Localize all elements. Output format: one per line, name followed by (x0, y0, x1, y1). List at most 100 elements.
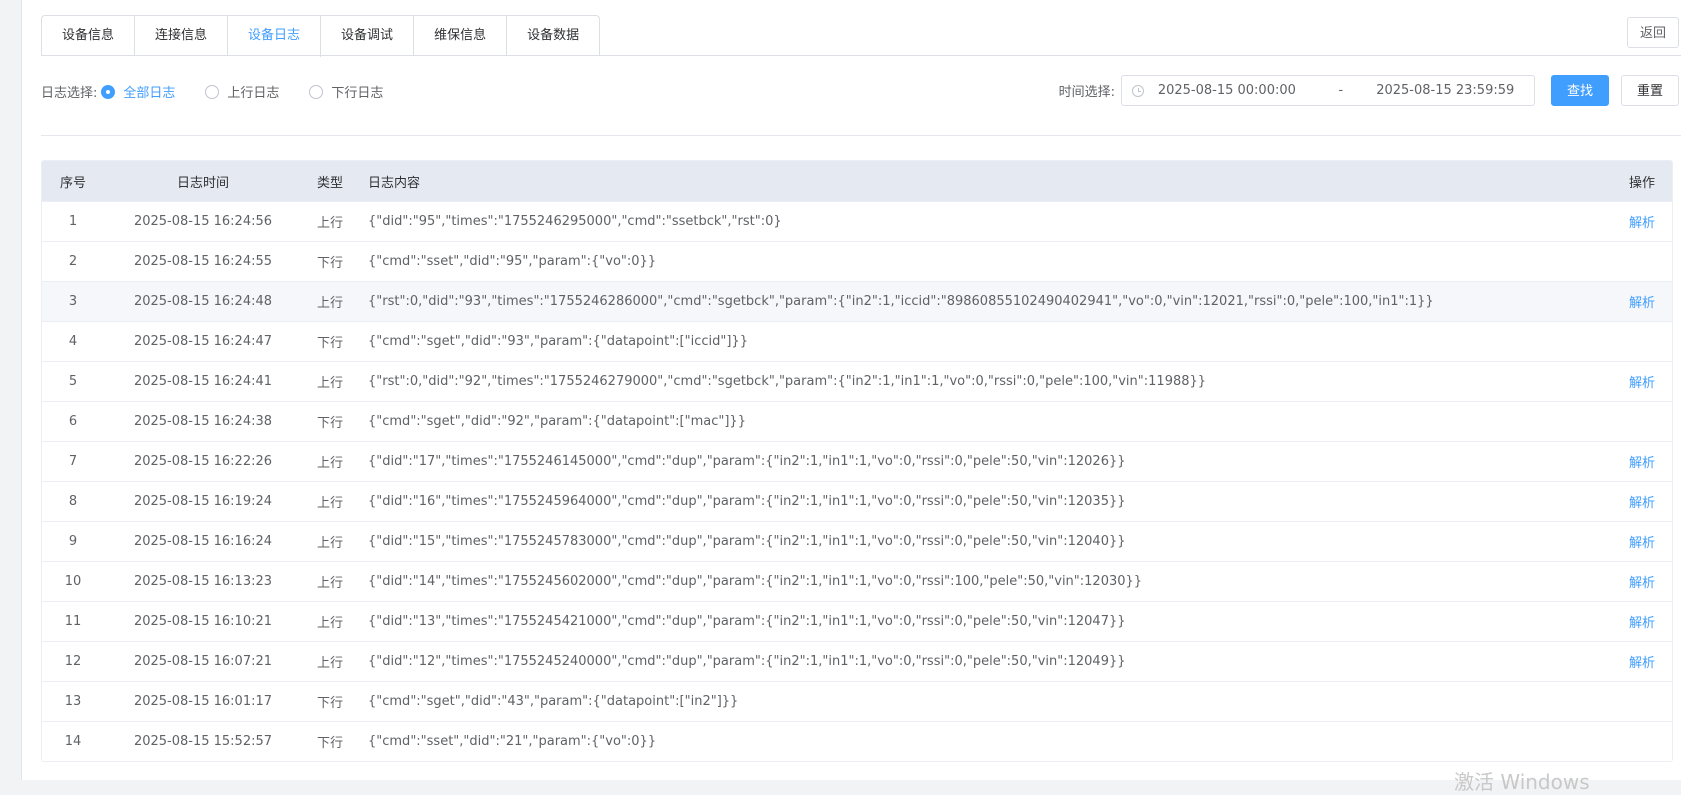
cell-index: 2 (68, 254, 78, 269)
parse-link[interactable]: 解析 (1612, 212, 1672, 231)
cell-type: 下行 (316, 336, 343, 351)
cell-log-time: 2025-08-15 16:24:47 (133, 334, 273, 349)
cell-index: 11 (64, 614, 82, 629)
device-log-page: 设备信息 连接信息 设备日志 设备调试 维保信息 设备数据 返回 日志选择: 全… (21, 0, 1681, 794)
cell-log-content: {"did":"13","times":"1755245421000","cmd… (368, 614, 1126, 629)
cell-type: 下行 (316, 256, 343, 271)
table-header: 序号 日志时间 类型 日志内容 操作 (42, 161, 1672, 201)
cell-log-time: 2025-08-15 15:52:57 (133, 734, 273, 749)
cell-index: 10 (64, 574, 82, 589)
tab-device-data[interactable]: 设备数据 (507, 16, 599, 56)
parse-link[interactable]: 解析 (1612, 292, 1672, 311)
cell-index: 8 (68, 494, 78, 509)
header-operation: 操作 (1628, 175, 1655, 191)
radio-uplink-logs[interactable]: 上行日志 (205, 82, 279, 101)
cell-log-time: 2025-08-15 16:24:56 (133, 214, 273, 229)
cell-index: 7 (68, 454, 78, 469)
parse-link[interactable]: 解析 (1612, 652, 1672, 671)
cell-log-content: {"cmd":"sset","did":"95","param":{"vo":0… (368, 254, 657, 269)
tab-maintenance-info[interactable]: 维保信息 (414, 16, 508, 56)
table-row: 7 2025-08-15 16:22:26 上行 {"did":"17","times… (42, 441, 1672, 481)
radio-all-logs[interactable]: 全部日志 (101, 82, 175, 101)
table-row: 11 2025-08-15 16:10:21 上行 {"did":"13","time… (42, 601, 1672, 641)
cell-type: 上行 (316, 296, 343, 311)
radio-downlink-logs[interactable]: 下行日志 (309, 82, 383, 101)
cell-log-time: 2025-08-15 16:22:26 (133, 454, 273, 469)
cell-log-content: {"rst":0,"did":"93","times":"17552462860… (368, 294, 1434, 309)
cell-index: 5 (68, 374, 78, 389)
reset-button[interactable]: 重置 (1620, 75, 1679, 106)
table-row: 2 2025-08-15 16:24:55 下行 {"cmd":"sset","did… (42, 241, 1672, 281)
parse-link[interactable]: 解析 (1612, 572, 1672, 591)
parse-link[interactable]: 解析 (1612, 612, 1672, 631)
cell-index: 13 (64, 694, 82, 709)
cell-index: 3 (68, 294, 78, 309)
cell-type: 上行 (316, 616, 343, 631)
cell-log-content: {"did":"12","times":"1755245240000","cmd… (368, 654, 1126, 669)
tab-device-info[interactable]: 设备信息 (42, 16, 136, 56)
cell-type: 上行 (316, 536, 343, 551)
table-row: 13 2025-08-15 16:01:17 下行 {"cmd":"sget","di… (42, 681, 1672, 721)
radio-downlink-logs-label: 下行日志 (331, 86, 384, 101)
header-index: 序号 (59, 175, 86, 191)
cell-log-content: {"did":"15","times":"1755245783000","cmd… (368, 534, 1126, 549)
cell-log-content: {"did":"17","times":"1755246145000","cmd… (368, 454, 1126, 469)
tabs-divider (41, 55, 1681, 56)
parse-link[interactable]: 解析 (1612, 532, 1672, 551)
cell-log-time: 2025-08-15 16:07:21 (133, 654, 273, 669)
cell-index: 9 (68, 534, 78, 549)
cell-log-content: {"did":"14","times":"1755245602000","cmd… (368, 574, 1143, 589)
parse-link[interactable]: 解析 (1612, 452, 1672, 471)
cell-type: 下行 (316, 416, 343, 431)
cell-log-content: {"cmd":"sget","did":"93","param":{"datap… (368, 334, 748, 349)
tab-device-log[interactable]: 设备日志 (228, 16, 322, 57)
clock-icon (1131, 84, 1144, 97)
cell-index: 14 (64, 734, 82, 749)
table-body: 1 2025-08-15 16:24:56 上行 {"did":"95","times… (42, 201, 1672, 761)
cell-log-content: {"cmd":"sget","did":"92","param":{"datap… (368, 414, 746, 429)
cell-type: 下行 (316, 736, 343, 751)
cell-log-time: 2025-08-15 16:24:55 (133, 254, 273, 269)
tab-connection-info[interactable]: 连接信息 (135, 16, 229, 56)
cell-type: 上行 (316, 656, 343, 671)
cell-log-time: 2025-08-15 16:24:41 (133, 374, 273, 389)
tab-device-debug[interactable]: 设备调试 (321, 16, 415, 56)
time-filter-label: 时间选择: (1058, 85, 1115, 100)
cell-log-content: {"cmd":"sset","did":"21","param":{"vo":0… (368, 734, 657, 749)
cell-type: 上行 (316, 216, 343, 231)
back-button[interactable]: 返回 (1626, 17, 1679, 48)
cell-log-time: 2025-08-15 16:01:17 (133, 694, 273, 709)
date-range-separator: - (1338, 83, 1344, 98)
cell-log-time: 2025-08-15 16:10:21 (133, 614, 273, 629)
date-range-picker[interactable]: 2025-08-15 00:00:00 - 2025-08-15 23:59:5… (1120, 75, 1535, 106)
radio-unchecked-icon (205, 84, 220, 99)
header-type: 类型 (316, 175, 343, 191)
windows-watermark: 激活 Windows (1454, 770, 1590, 794)
cell-log-time: 2025-08-15 16:19:24 (133, 494, 273, 509)
header-log-time: 日志时间 (176, 175, 229, 191)
parse-link[interactable]: 解析 (1612, 372, 1672, 391)
cell-type: 上行 (316, 376, 343, 391)
table-row: 14 2025-08-15 15:52:57 下行 {"cmd":"sset","di… (42, 721, 1672, 761)
cell-index: 4 (68, 334, 78, 349)
radio-unchecked-icon (309, 84, 324, 99)
parse-link[interactable]: 解析 (1612, 492, 1672, 511)
end-date-input[interactable]: 2025-08-15 23:59:59 (1366, 83, 1523, 98)
table-row: 9 2025-08-15 16:16:24 上行 {"did":"15","times… (42, 521, 1672, 561)
cell-log-content: {"rst":0,"did":"92","times":"17552462790… (368, 374, 1207, 389)
cell-index: 1 (68, 214, 78, 229)
cell-log-content: {"did":"16","times":"1755245964000","cmd… (368, 494, 1126, 509)
tab-bar: 设备信息 连接信息 设备日志 设备调试 维保信息 设备数据 (41, 15, 601, 57)
table-row: 3 2025-08-15 16:24:48 上行 {"rst":0,"did":"93… (42, 281, 1672, 321)
table-row: 8 2025-08-15 16:19:24 上行 {"did":"16","times… (42, 481, 1672, 521)
table-row: 12 2025-08-15 16:07:21 上行 {"did":"12","time… (42, 641, 1672, 681)
search-button[interactable]: 查找 (1550, 75, 1609, 106)
cell-type: 上行 (316, 496, 343, 511)
cell-log-time: 2025-08-15 16:16:24 (133, 534, 273, 549)
log-filter-label: 日志选择: (41, 86, 98, 101)
cell-type: 上行 (316, 456, 343, 471)
start-date-input[interactable]: 2025-08-15 00:00:00 (1158, 83, 1315, 98)
cell-type: 下行 (316, 696, 343, 711)
cell-log-time: 2025-08-15 16:24:38 (133, 414, 273, 429)
table-row: 4 2025-08-15 16:24:47 下行 {"cmd":"sget","did… (42, 321, 1672, 361)
